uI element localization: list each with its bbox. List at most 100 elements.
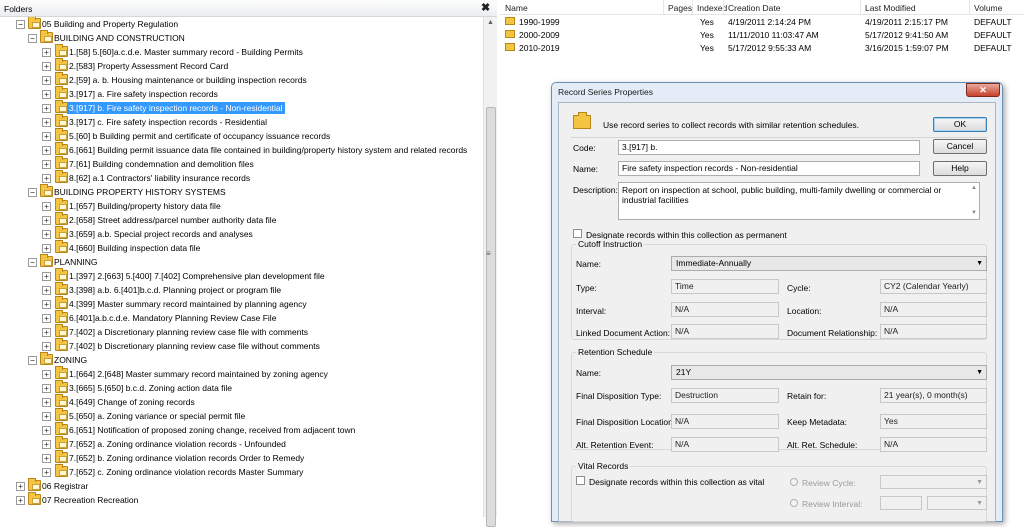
expand-icon[interactable]: + <box>42 426 51 435</box>
expand-icon[interactable]: + <box>42 272 51 281</box>
expand-icon[interactable]: + <box>42 440 51 449</box>
tree-node[interactable]: +1.[664] 2.[648] Master summary record m… <box>0 366 483 381</box>
tree-node[interactable]: +07 Recreation Recreation <box>0 492 483 507</box>
tree-node[interactable]: +7.[402] a Discretionary planning review… <box>0 324 483 339</box>
expand-icon[interactable]: + <box>42 314 51 323</box>
tree-node-label[interactable]: 3.[917] b. Fire safety inspection record… <box>67 102 285 114</box>
expand-icon[interactable]: + <box>42 370 51 379</box>
dialog-close-button[interactable]: ✕ <box>966 83 1000 97</box>
expand-icon[interactable]: + <box>42 76 51 85</box>
expand-icon[interactable]: + <box>42 230 51 239</box>
tree-node[interactable]: +3.[917] c. Fire safety inspection recor… <box>0 114 483 129</box>
expand-icon[interactable]: + <box>16 482 25 491</box>
tree-node-label[interactable]: 7.[402] b Discretionary planning review … <box>67 340 322 352</box>
tree-node[interactable]: +7.[652] b. Zoning ordinance violation r… <box>0 450 483 465</box>
tree-node-label[interactable]: 6.[661] Building permit issuance data fi… <box>67 144 469 156</box>
tree-node-label[interactable]: 3.[398] a.b. 6.[401]b.c.d. Planning proj… <box>67 284 283 296</box>
code-field[interactable]: 3.[917] b. <box>618 140 920 155</box>
tree-node-label[interactable]: 7.[402] a Discretionary planning review … <box>67 326 310 338</box>
expand-icon[interactable]: + <box>42 286 51 295</box>
record-row[interactable]: 1990-1999 Yes 4/19/2011 2:14:24 PM 4/19/201… <box>499 16 1024 29</box>
tree-node-label[interactable]: 7.[652] b. Zoning ordinance violation re… <box>67 452 306 464</box>
tree-node-label[interactable]: 3.[917] a. Fire safety inspection record… <box>67 88 220 100</box>
tree-node-label[interactable]: 07 Recreation Recreation <box>40 494 140 506</box>
collapse-icon[interactable]: − <box>28 356 37 365</box>
expand-icon[interactable]: + <box>42 90 51 99</box>
tree-node-label[interactable]: 7.[652] c. Zoning ordinance violation re… <box>67 466 305 478</box>
collapse-icon[interactable]: − <box>28 34 37 43</box>
tree-node-label[interactable]: 06 Registrar <box>40 480 90 492</box>
tree-node[interactable]: +1.[657] Building/property history data … <box>0 198 483 213</box>
tree-node-label[interactable]: 3.[659] a.b. Special project records and… <box>67 228 255 240</box>
review-interval-number[interactable] <box>880 496 922 510</box>
col-creation-date[interactable]: Creation Date <box>728 3 780 13</box>
expand-icon[interactable]: + <box>42 118 51 127</box>
expand-icon[interactable]: + <box>42 244 51 253</box>
review-interval-unit-select[interactable]: ▼ <box>927 496 987 510</box>
col-volume[interactable]: Volume <box>974 3 1002 13</box>
tree-node[interactable]: +5.[650] a. Zoning variance or special p… <box>0 408 483 423</box>
tree-node[interactable]: +7.[652] a. Zoning ordinance violation r… <box>0 436 483 451</box>
tree-node[interactable]: +7.[61] Building condemnation and demoli… <box>0 156 483 171</box>
tree-node-label[interactable]: 7.[652] a. Zoning ordinance violation re… <box>67 438 288 450</box>
tree-node[interactable]: − BUILDING PROPERTY HISTORY SYSTEMS <box>0 184 483 199</box>
expand-icon[interactable]: + <box>42 160 51 169</box>
expand-icon[interactable]: + <box>42 174 51 183</box>
tree-node[interactable]: +3.[665] 5.[650] b.c.d. Zoning action da… <box>0 380 483 395</box>
tree-node[interactable]: +3.[398] a.b. 6.[401]b.c.d. Planning pro… <box>0 282 483 297</box>
tree-node-label[interactable]: 2.[59] a. b. Housing maintenance or buil… <box>67 74 309 86</box>
tree-node[interactable]: − 05 Building and Property Regulation <box>0 17 483 31</box>
cancel-button[interactable]: Cancel <box>933 139 987 154</box>
tree-node[interactable]: +3.[659] a.b. Special project records an… <box>0 226 483 241</box>
tree-node[interactable]: +8.[62] a.1 Contractors' liability insur… <box>0 170 483 185</box>
ok-button[interactable]: OK <box>933 117 987 132</box>
expand-icon[interactable]: + <box>42 412 51 421</box>
help-button[interactable]: Help <box>933 161 987 176</box>
tree-node-label[interactable]: 3.[917] c. Fire safety inspection record… <box>67 116 269 128</box>
tree-node-label[interactable]: 8.[62] a.1 Contractors' liability insura… <box>67 172 252 184</box>
tree-node-label[interactable]: 2.[658] Street address/parcel number aut… <box>67 214 278 226</box>
tree-node[interactable]: +1.[58] 5.[60]a.c.d.e. Master summary re… <box>0 44 483 59</box>
tree-node-label[interactable]: 3.[665] 5.[650] b.c.d. Zoning action dat… <box>67 382 234 394</box>
collapse-icon[interactable]: − <box>28 258 37 267</box>
tree-node-label[interactable]: 05 Building and Property Regulation <box>40 18 180 30</box>
tree-node[interactable]: +3.[917] a. Fire safety inspection recor… <box>0 86 483 101</box>
tree-node[interactable]: +6.[661] Building permit issuance data f… <box>0 142 483 157</box>
expand-icon[interactable]: + <box>42 342 51 351</box>
tree-node[interactable]: +1.[397] 2.[663] 5.[400] 7.[402] Compreh… <box>0 268 483 283</box>
col-last-modified[interactable]: Last Modified <box>865 3 916 13</box>
tree-node[interactable]: +5.[60] b Building permit and certificat… <box>0 128 483 143</box>
name-field[interactable]: Fire safety inspection records - Non-res… <box>618 161 920 176</box>
tree-node-label[interactable]: 6.[651] Notification of proposed zoning … <box>67 424 357 436</box>
col-name[interactable]: Name <box>505 3 528 13</box>
expand-icon[interactable]: + <box>42 48 51 57</box>
expand-icon[interactable]: + <box>42 300 51 309</box>
tree-scrollbar[interactable]: ▲ ≡ <box>483 17 497 527</box>
tree-node-label[interactable]: 6.[401]a.b.c.d.e. Mandatory Planning Rev… <box>67 312 278 324</box>
tree-node-label[interactable]: 1.[397] 2.[663] 5.[400] 7.[402] Comprehe… <box>67 270 327 282</box>
tree-node-label[interactable]: 5.[650] a. Zoning variance or special pe… <box>67 410 247 422</box>
tree-node-label[interactable]: 7.[61] Building condemnation and demolit… <box>67 158 256 170</box>
tree-node-label[interactable]: 1.[58] 5.[60]a.c.d.e. Master summary rec… <box>67 46 305 58</box>
review-cycle-select[interactable]: ▼ <box>880 475 987 489</box>
tree-node[interactable]: +7.[652] c. Zoning ordinance violation r… <box>0 464 483 479</box>
expand-icon[interactable]: + <box>42 62 51 71</box>
tree-node-label[interactable]: 1.[664] 2.[648] Master summary record ma… <box>67 368 330 380</box>
expand-icon[interactable]: + <box>42 216 51 225</box>
collapse-icon[interactable]: − <box>28 188 37 197</box>
expand-icon[interactable]: + <box>42 468 51 477</box>
tree-node[interactable]: +3.[917] b. Fire safety inspection recor… <box>0 100 483 115</box>
collapse-icon[interactable]: − <box>16 20 25 29</box>
permanent-checkbox[interactable] <box>573 229 582 238</box>
tree-node-label[interactable]: BUILDING PROPERTY HISTORY SYSTEMS <box>52 186 228 198</box>
tree-node[interactable]: +6.[401]a.b.c.d.e. Mandatory Planning Re… <box>0 310 483 325</box>
tree-node[interactable]: − PLANNING <box>0 254 483 269</box>
tree-node[interactable]: +2.[59] a. b. Housing maintenance or bui… <box>0 72 483 87</box>
scroll-up-icon[interactable]: ▲ <box>971 185 977 191</box>
expand-icon[interactable]: + <box>16 496 25 505</box>
tree-node[interactable]: +2.[583] Property Assessment Record Card <box>0 58 483 73</box>
tree-node-label[interactable]: 2.[583] Property Assessment Record Card <box>67 60 230 72</box>
tree-node[interactable]: +2.[658] Street address/parcel number au… <box>0 212 483 227</box>
tree-node[interactable]: +6.[651] Notification of proposed zoning… <box>0 422 483 437</box>
expand-icon[interactable]: + <box>42 202 51 211</box>
